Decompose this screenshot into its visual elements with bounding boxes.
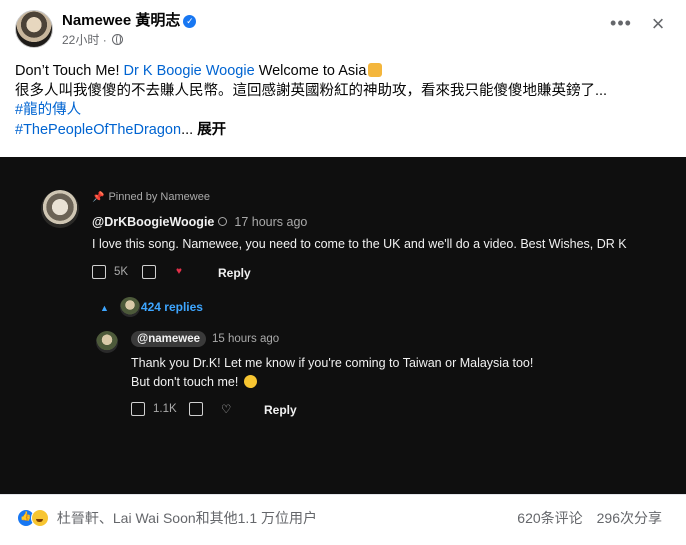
heart-outline-icon: ♡ bbox=[221, 404, 232, 416]
reply-like-count: 1.1K bbox=[153, 403, 177, 415]
comment-time: 17 hours ago bbox=[234, 215, 308, 229]
post-header: Namewee 黃明志 ✓ 22小时 · ••• × bbox=[0, 0, 686, 52]
chevron-up-icon: ▲ bbox=[100, 303, 109, 313]
thumbs-up-icon bbox=[131, 402, 145, 416]
emoji-icon bbox=[368, 63, 383, 77]
replies-toggle: ▲ 424 replies bbox=[100, 300, 203, 314]
close-icon[interactable]: × bbox=[646, 13, 670, 37]
reply-text: Thank you Dr.K! Let me know if you're co… bbox=[131, 354, 533, 392]
hashtag-link-2[interactable]: #ThePeopleOfTheDragon bbox=[15, 122, 181, 138]
reactions-summary[interactable]: 杜晉軒、Lai Wai Soon和其他1.1 万位用户 bbox=[17, 508, 317, 528]
reactions-text[interactable]: 杜晉軒、Lai Wai Soon和其他1.1 万位用户 bbox=[57, 510, 317, 526]
globe-icon bbox=[112, 34, 124, 45]
reply-handle-chip: @namewee bbox=[131, 331, 206, 347]
reply-time: 15 hours ago bbox=[212, 333, 280, 345]
post-stats: 620条评论 296次分享 bbox=[517, 508, 662, 528]
more-options-icon[interactable]: ••• bbox=[609, 14, 633, 38]
check-icon bbox=[218, 217, 228, 226]
haha-reaction-icon bbox=[31, 509, 49, 527]
like-count: 5K bbox=[114, 266, 129, 278]
author-name[interactable]: Namewee 黃明志 ✓ bbox=[62, 9, 197, 30]
replies-count: 424 replies bbox=[140, 300, 203, 314]
commenter-handle: @DrKBoogieWoogie 17 hours ago bbox=[92, 215, 307, 229]
post-line-1-suffix: Welcome to Asia bbox=[258, 63, 367, 79]
youtube-comments-image[interactable]: 📌 Pinned by Namewee @DrKBoogieWoogie 17 ho… bbox=[0, 157, 686, 494]
shares-count[interactable]: 296次分享 bbox=[597, 510, 662, 526]
thumbs-up-icon bbox=[92, 265, 106, 279]
post-footer: 杜晉軒、Lai Wai Soon和其他1.1 万位用户 620条评论 296次分享 bbox=[0, 494, 686, 545]
commenter-handle-text: @DrKBoogieWoogie bbox=[92, 215, 215, 229]
pinned-text: Pinned by Namewee bbox=[108, 191, 210, 203]
smiley-emoji-icon bbox=[244, 375, 258, 388]
reply-button: Reply bbox=[218, 266, 251, 280]
hashtag-link-1[interactable]: #龍的傳人 bbox=[15, 102, 81, 118]
pinned-label: 📌 Pinned by Namewee bbox=[92, 191, 210, 203]
reply-line-1: Thank you Dr.K! Let me know if you're co… bbox=[131, 356, 534, 370]
reply-handle: @namewee 15 hours ago bbox=[131, 331, 279, 347]
reply-avatar bbox=[96, 331, 118, 353]
post-text: Don’t Touch Me! Dr K Boogie Woogie Welco… bbox=[15, 62, 675, 140]
ellipsis: ... bbox=[181, 121, 194, 138]
commenter-avatar bbox=[41, 190, 79, 228]
thumbs-down-icon bbox=[142, 265, 156, 279]
post-time[interactable]: 22小时 bbox=[62, 33, 99, 47]
pin-icon: 📌 bbox=[92, 192, 105, 203]
author-name-text[interactable]: Namewee 黃明志 bbox=[62, 12, 180, 29]
expand-link[interactable]: 展开 bbox=[197, 122, 226, 138]
post-line-1-prefix: Don’t Touch Me! bbox=[15, 63, 120, 79]
reply-line-2: But don't touch me! bbox=[131, 375, 239, 389]
mention-link[interactable]: Dr K Boogie Woogie bbox=[124, 63, 255, 79]
author-avatar[interactable] bbox=[15, 10, 53, 48]
comments-count[interactable]: 620条评论 bbox=[517, 510, 582, 526]
heart-icon: ♥ bbox=[176, 266, 182, 277]
post-line-2: 很多人叫我傻傻的不去賺人民幣。這回感謝英國粉紅的神助攻，看來我只能傻傻地賺英鎊了… bbox=[15, 82, 608, 99]
comment-text: I love this song. Namewee, you need to c… bbox=[92, 237, 627, 251]
verified-badge-icon: ✓ bbox=[183, 15, 197, 28]
post-meta: 22小时 · bbox=[62, 31, 124, 48]
thumbs-down-icon bbox=[189, 402, 203, 416]
post-line-1: Don’t Touch Me! Dr K Boogie Woogie Welco… bbox=[15, 62, 675, 82]
reply-reply-button: Reply bbox=[264, 403, 297, 417]
